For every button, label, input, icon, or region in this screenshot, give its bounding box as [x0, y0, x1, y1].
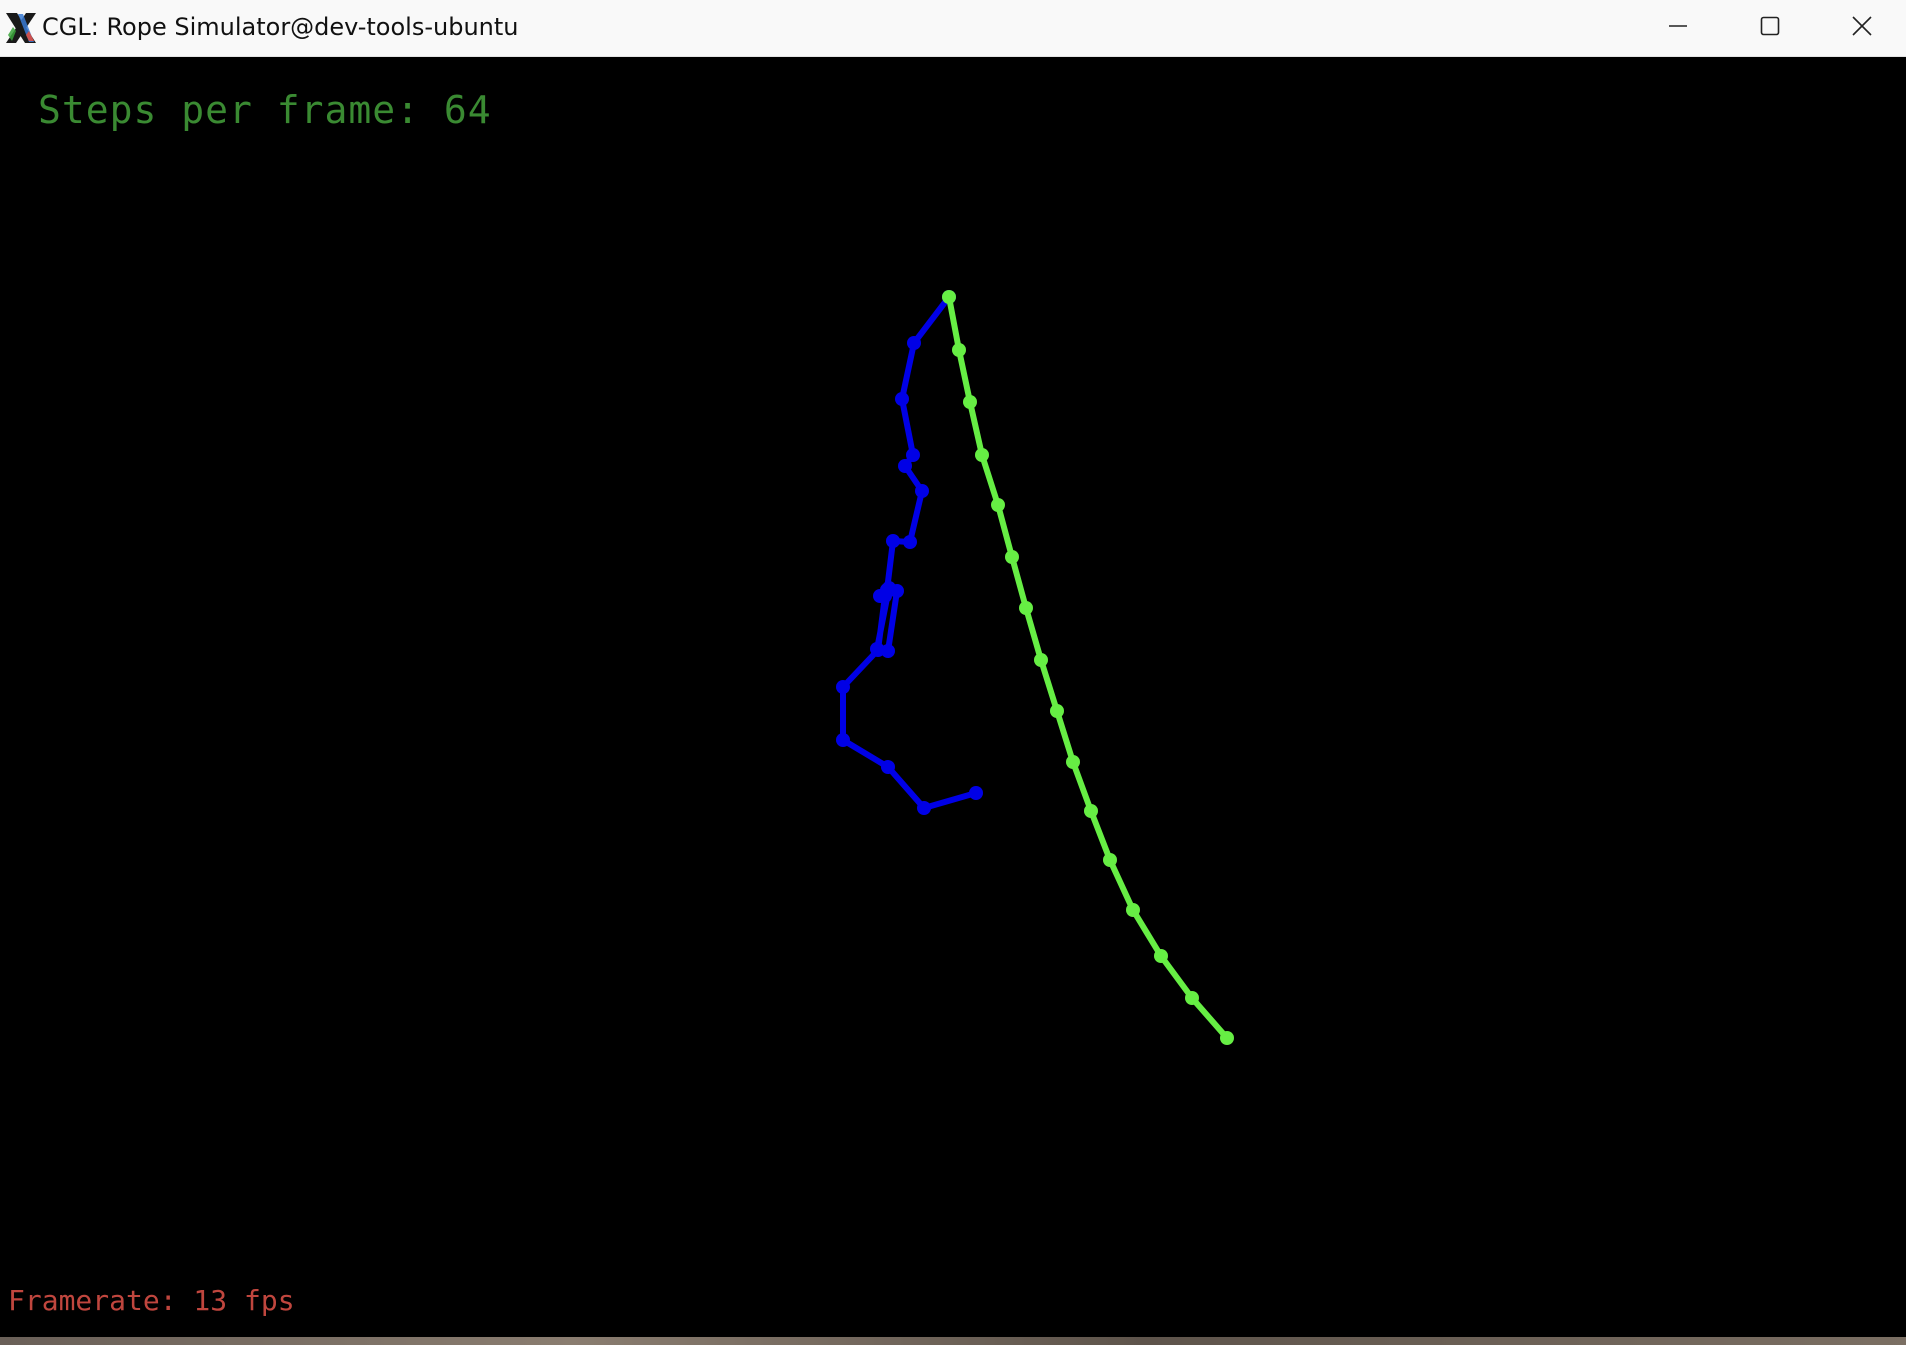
maximize-button[interactable]	[1724, 0, 1816, 56]
desktop-background-strip	[0, 1337, 1906, 1345]
framerate-label: Framerate: 13 fps	[8, 1284, 295, 1317]
title-bar[interactable]: CGL: Rope Simulator@dev-tools-ubuntu	[0, 0, 1906, 57]
window-title: CGL: Rope Simulator@dev-tools-ubuntu	[42, 13, 519, 41]
steps-per-frame-label: Steps per frame: 64	[38, 88, 492, 132]
app-window: CGL: Rope Simulator@dev-tools-ubuntu Ste…	[0, 0, 1906, 1345]
simulation-canvas[interactable]	[0, 57, 1906, 1337]
close-button[interactable]	[1816, 0, 1906, 56]
close-icon	[1851, 15, 1873, 41]
minimize-icon	[1667, 15, 1689, 41]
x11-x-icon	[4, 11, 38, 45]
minimize-button[interactable]	[1632, 0, 1724, 56]
maximize-icon	[1759, 15, 1781, 41]
